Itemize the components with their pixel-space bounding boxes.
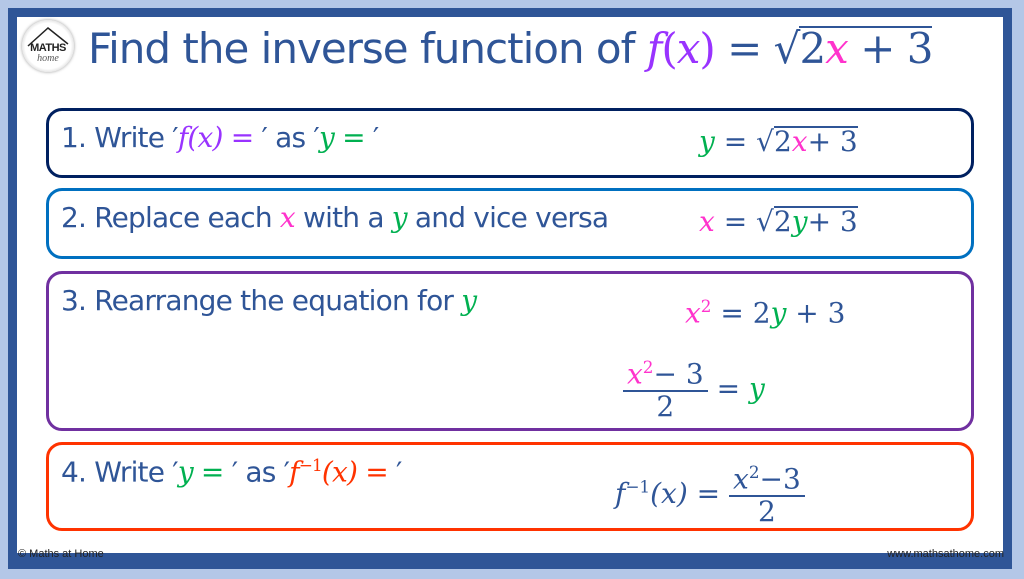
step-4-fx: (x) = <box>321 455 396 489</box>
eq-fx: (x) = <box>650 476 730 510</box>
step-text: ′ <box>372 121 379 154</box>
title-x: x <box>676 24 701 73</box>
step-number: 3. <box>61 284 87 317</box>
eq-exponent: 2 <box>748 462 760 482</box>
eq-y: y <box>699 125 715 158</box>
eq-term: 2 <box>773 205 792 238</box>
eq-f: f <box>615 476 626 510</box>
fraction: x2− 3 2 <box>623 358 708 423</box>
title-rad-plus3: + 3 <box>847 24 933 73</box>
eq-equals: = <box>707 371 749 405</box>
step-text: ′ as ′ <box>231 455 290 489</box>
eq-term: − 3 <box>653 357 704 391</box>
step-3-y: y <box>461 284 477 317</box>
step-text: Rearrange the equation for <box>86 284 462 317</box>
eq-radicand: 2y+ 3 <box>773 205 858 238</box>
step-4-equation: f−1(x) = x2−3 2 <box>615 463 805 528</box>
eq-x: x <box>699 205 715 238</box>
title-rad-x: x <box>825 24 849 73</box>
step-text: and vice versa <box>406 201 609 234</box>
step-number: 2. <box>61 201 87 234</box>
step-1-equation: y = √2x+ 3 <box>699 125 858 158</box>
maths-at-home-logo: MATHS home <box>22 20 74 72</box>
step-2-label: 2. Replace each x with a y and vice vers… <box>61 201 609 234</box>
step-4-y: y = <box>177 455 232 489</box>
eq-y: y <box>770 296 787 330</box>
step-text: ′ as ′ <box>261 121 319 154</box>
step-text: Write ′ <box>86 455 178 489</box>
eq-equals-sqrt: = √ <box>714 205 774 238</box>
step-4-exponent: −1 <box>298 455 323 475</box>
eq-exponent: 2 <box>642 357 654 377</box>
step-3-equation-2: x2− 3 2 = y <box>623 358 765 423</box>
step-2-x: x <box>279 201 296 234</box>
eq-term: = 2 <box>711 296 771 330</box>
step-1-fx: f(x) = <box>177 121 262 154</box>
step-4-box: 4. Write ′y = ′ as ′f−1(x) = ′ f−1(x) = … <box>46 442 974 531</box>
eq-radicand: 2x+ 3 <box>773 125 858 158</box>
step-2-box: 2. Replace each x with a y and vice vers… <box>46 188 974 259</box>
website-link[interactable]: www.mathsathome.com <box>887 548 1004 560</box>
step-3-label: 3. Rearrange the equation for y <box>61 284 477 317</box>
step-2-equation: x = √2y+ 3 <box>699 205 858 238</box>
step-1-label: 1. Write ′f(x) = ′ as ′y = ′ <box>61 121 379 154</box>
title-lparen: ( <box>661 24 677 73</box>
title-f: f <box>646 24 663 73</box>
fraction-denominator: 2 <box>656 390 675 424</box>
eq-exponent: −1 <box>625 476 651 497</box>
eq-term: 2 <box>773 125 792 158</box>
eq-y: y <box>791 205 808 238</box>
step-1-y: y = <box>318 121 373 154</box>
step-number: 4. <box>61 455 87 489</box>
step-4-f: f <box>289 455 299 489</box>
fraction-numerator: x2−3 <box>729 462 805 498</box>
eq-term: + 3 <box>807 205 858 238</box>
title-text: Find the inverse function of <box>88 24 647 73</box>
step-4-label: 4. Write ′y = ′ as ′f−1(x) = ′ <box>61 455 402 488</box>
step-1-box: 1. Write ′f(x) = ′ as ′y = ′ y = √2x+ 3 <box>46 108 974 178</box>
fraction: x2−3 2 <box>729 463 805 528</box>
eq-term: + 3 <box>786 296 846 330</box>
eq-x: x <box>733 462 749 496</box>
title-eq: = √ <box>714 24 800 73</box>
eq-x: x <box>627 357 643 391</box>
step-text: with a <box>294 201 392 234</box>
eq-term: −3 <box>759 462 801 496</box>
step-number: 1. <box>61 121 87 154</box>
fraction-denominator: 2 <box>758 495 776 529</box>
step-text: Write ′ <box>86 121 178 154</box>
step-text: ′ <box>396 455 402 489</box>
copyright-text: © Maths at Home <box>18 548 104 560</box>
eq-equals-sqrt: = √ <box>714 125 774 158</box>
eq-y: y <box>748 371 765 405</box>
title-rad-2: 2 <box>799 24 826 73</box>
step-3-box: 3. Rearrange the equation for y x2 = 2y … <box>46 271 974 431</box>
title-rparen: ) <box>699 24 715 73</box>
logo-text-home: home <box>37 53 59 64</box>
eq-exponent: 2 <box>700 296 712 316</box>
fraction-numerator: x2− 3 <box>623 357 708 393</box>
eq-x: x <box>685 296 701 330</box>
eq-term: + 3 <box>807 125 858 158</box>
step-text: Replace each <box>86 201 280 234</box>
step-2-y: y <box>391 201 408 234</box>
eq-x: x <box>791 125 808 158</box>
title-radicand: 2x + 3 <box>799 24 933 73</box>
step-3-equation-1: x2 = 2y + 3 <box>685 296 845 329</box>
page-title: Find the inverse function of f(x) = √2x … <box>88 24 933 73</box>
